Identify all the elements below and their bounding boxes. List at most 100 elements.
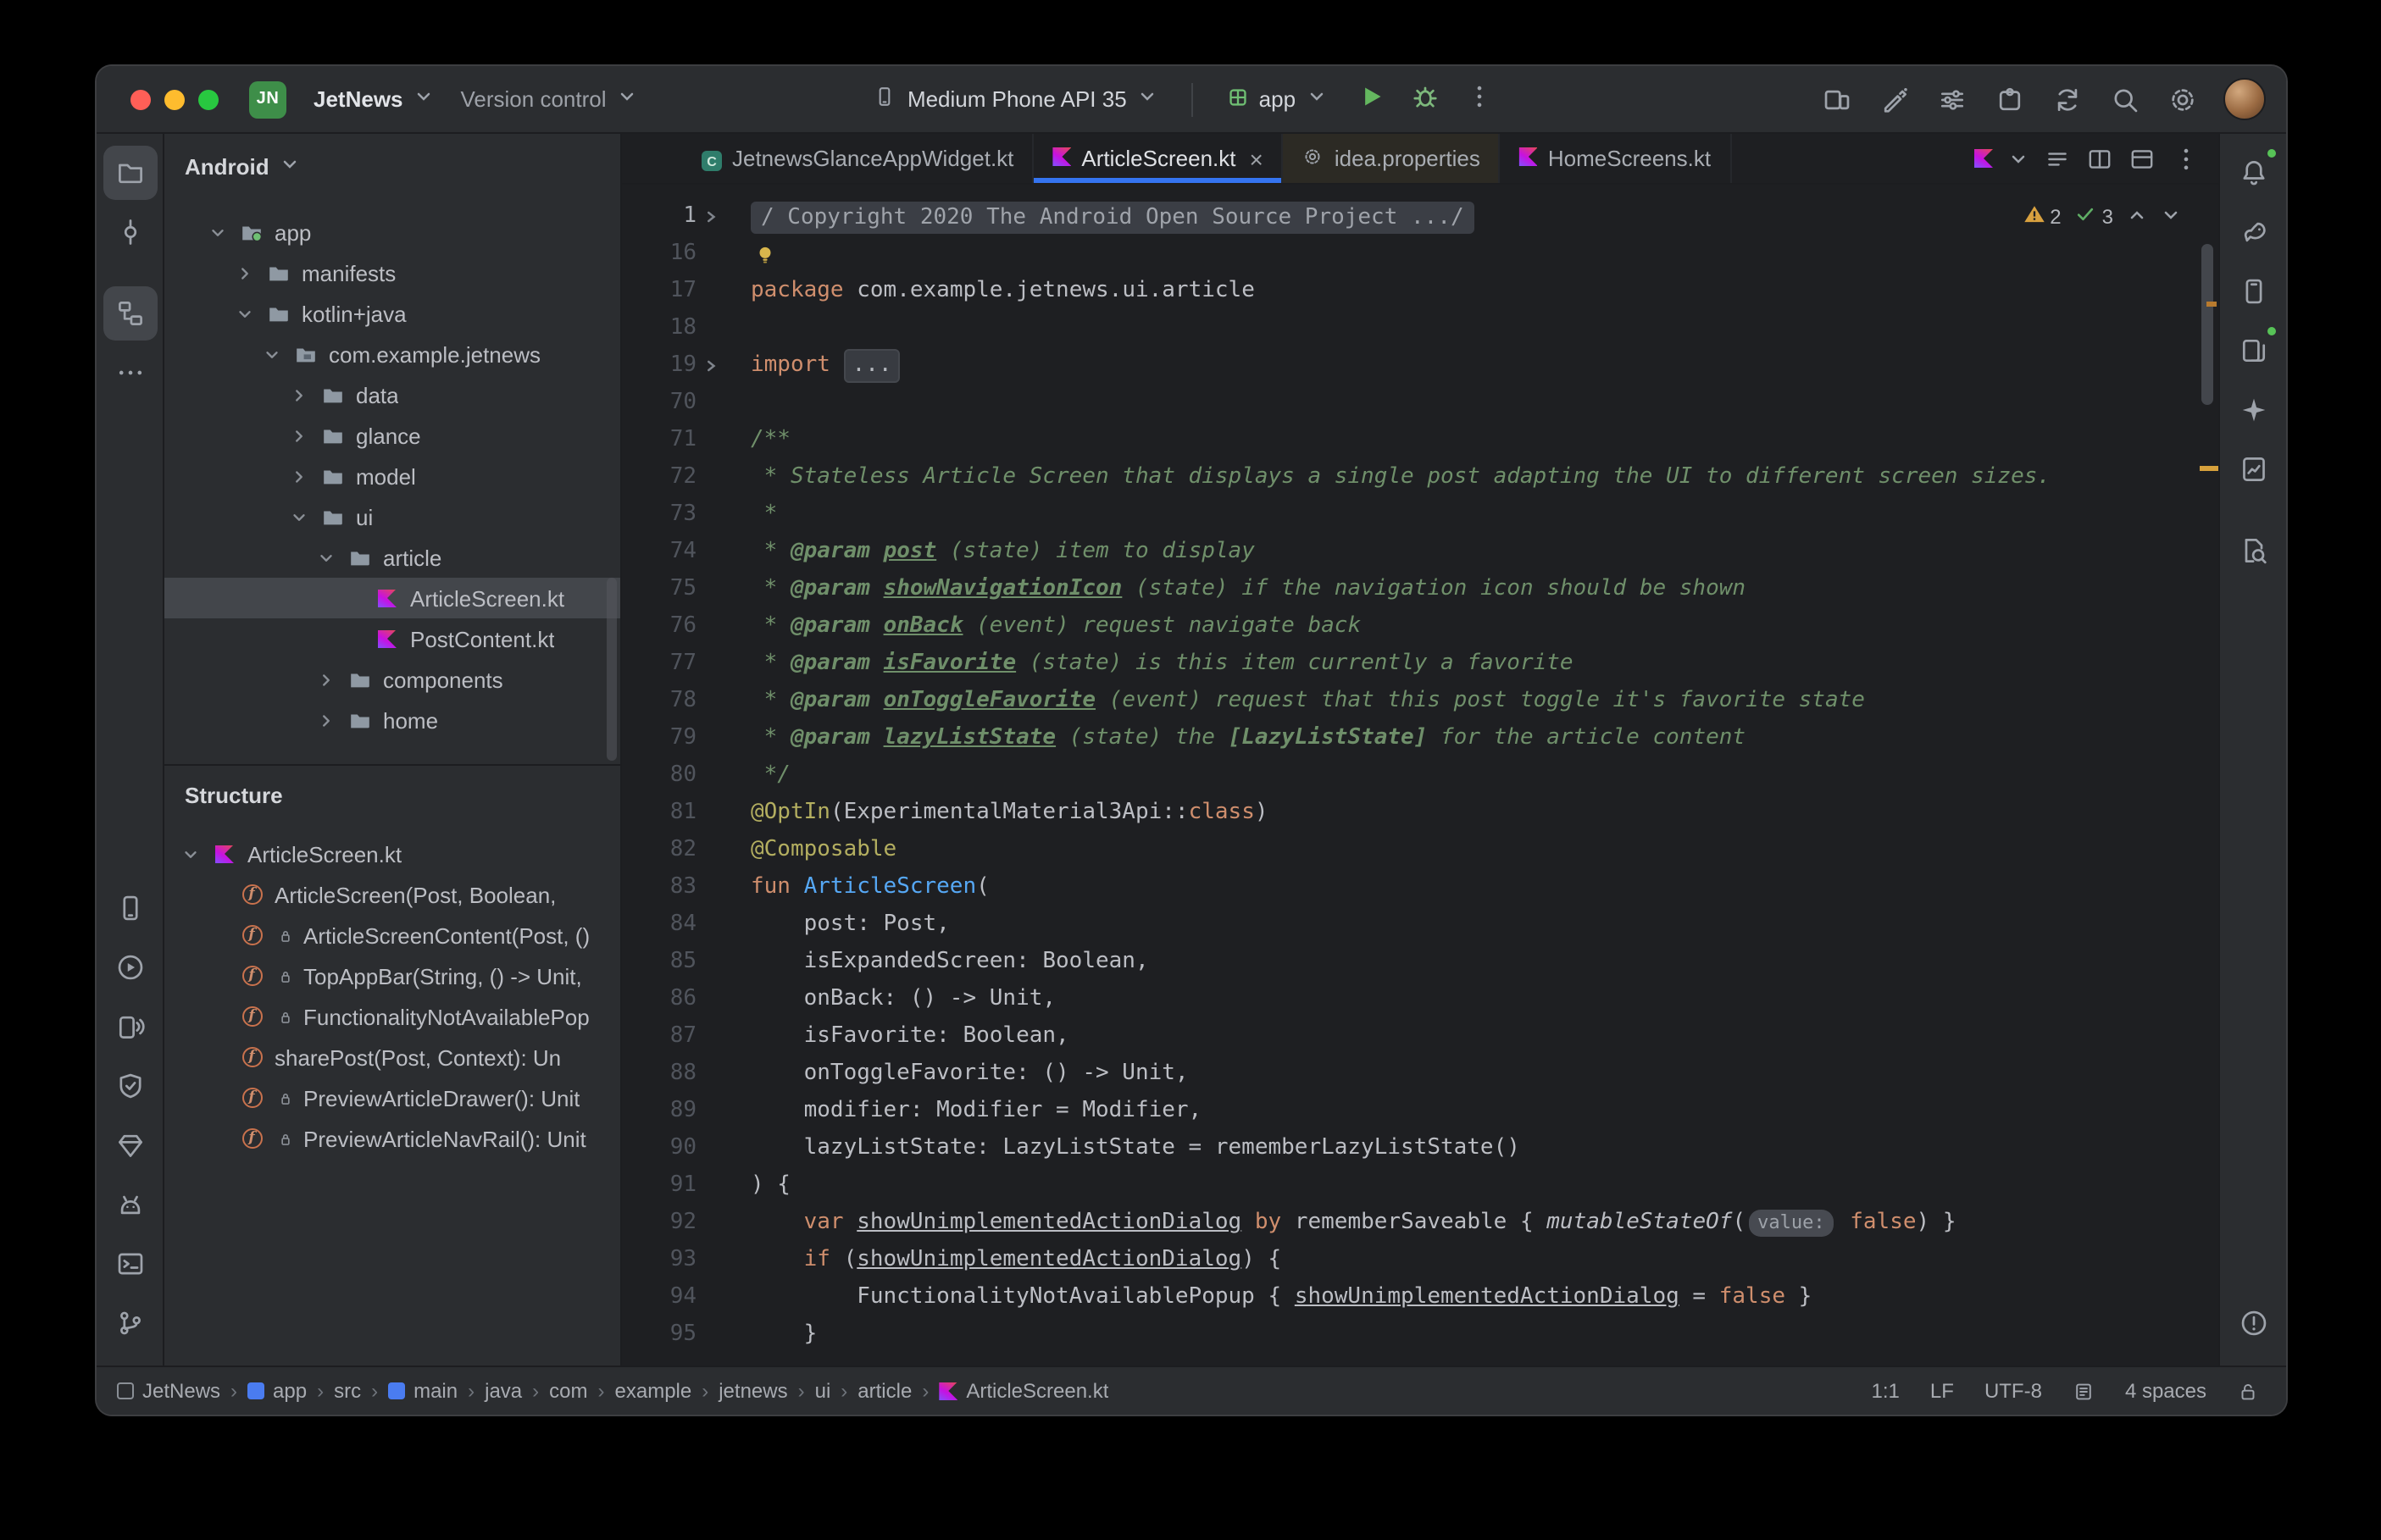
fold-arrow-icon[interactable] [697,347,727,385]
code-line-95[interactable]: 95 } [622,1316,2218,1354]
code-line-72[interactable]: 72 * Stateless Article Screen that displ… [622,459,2218,496]
editor-gutter[interactable]: 84 [622,906,727,944]
tab-idea-properties[interactable]: idea.properties [1284,134,1501,183]
debug-button[interactable] [1401,75,1448,123]
editor-gutter[interactable]: 85 [622,944,727,981]
editor-gutter[interactable]: 77 [622,645,727,683]
structure-item-topappbar-string-unit[interactable]: fTopAppBar(String, () -> Unit, [164,956,620,996]
code-line-79[interactable]: 79 * @param lazyListState (state) the [L… [622,720,2218,757]
fold-arrow-icon[interactable] [697,198,727,235]
gradle-icon[interactable] [2226,205,2280,259]
project-tree-scrollbar[interactable] [607,578,617,761]
editor-gutter[interactable]: 1 [622,198,727,235]
editor-gutter[interactable]: 91 [622,1167,727,1205]
structure-item-previewarticledrawer-unit[interactable]: fPreviewArticleDrawer(): Unit [164,1077,620,1118]
version-control-tool-icon[interactable] [103,1296,157,1350]
project-view-selector[interactable]: Android [164,141,620,191]
analysis-marker[interactable] [2200,466,2218,471]
structure-item-previewarticlenavrail-unit[interactable]: fPreviewArticleNavRail(): Unit [164,1118,620,1159]
reader-mode-icon[interactable] [2073,1380,2095,1402]
tab-homescreens-kt[interactable]: HomeScreens.kt [1501,134,1731,183]
breadcrumb-com[interactable]: com [549,1379,587,1403]
tab-jetnewsglanceappwidget-kt[interactable]: CJetnewsGlanceAppWidget.kt [683,134,1034,183]
breadcrumb-articlescreen-kt[interactable]: ArticleScreen.kt [939,1379,1108,1403]
run-button[interactable] [1346,75,1394,123]
editor-gutter[interactable]: 75 [622,571,727,608]
project-tree-item-postcontent-kt[interactable]: PostContent.kt [164,618,620,659]
structure-tool-icon[interactable] [103,286,157,341]
code-line-88[interactable]: 88 onToggleFavorite: () -> Unit, [622,1055,2218,1093]
tab-articlescreen-kt[interactable]: ArticleScreen.kt× [1034,134,1283,183]
project-tree-item-kotlin-java[interactable]: kotlin+java [164,293,620,334]
close-window-button[interactable] [130,89,151,109]
editor-gutter[interactable]: 76 [622,608,727,645]
code-line-1[interactable]: 1/ Copyright 2020 The Android Open Sourc… [622,198,2218,235]
structure-item-functionalitynotavailablepop[interactable]: fFunctionalityNotAvailablePop [164,996,620,1037]
breadcrumb-example[interactable]: example [615,1379,692,1403]
sync-project-icon[interactable] [2044,75,2091,123]
editor-gutter[interactable]: 87 [622,1018,727,1055]
kotlin-mode-icon[interactable] [1974,149,1993,168]
file-encoding[interactable]: UTF-8 [1984,1379,2042,1403]
editor-gutter[interactable]: 81 [622,795,727,832]
passed-indicator[interactable]: 3 [2075,203,2113,230]
editor-more-icon[interactable] [2171,143,2201,174]
chevron-expanded-icon[interactable] [205,223,229,241]
code-line-86[interactable]: 86 onBack: () -> Unit, [622,981,2218,1018]
commit-tool-icon[interactable] [103,205,157,259]
breadcrumb-article[interactable]: article [857,1379,912,1403]
project-tree-item-articlescreen-kt[interactable]: ArticleScreen.kt [164,578,620,618]
chevron-expanded-icon[interactable] [286,507,310,526]
editor-gutter[interactable]: 88 [622,1055,727,1093]
ai-assistant-icon[interactable] [1871,75,1918,123]
code-line-77[interactable]: 77 * @param isFavorite (state) is this i… [622,645,2218,683]
code-line-82[interactable]: 82@Composable [622,832,2218,869]
toolbar-filters-icon[interactable] [1929,75,1976,123]
running-devices-icon[interactable] [2226,324,2280,378]
editor-gutter[interactable]: 17 [622,273,727,310]
code-line-93[interactable]: 93 if (showUnimplementedActionDialog) { [622,1242,2218,1279]
project-tree-item-model[interactable]: model [164,456,620,496]
chevron-expanded-icon[interactable] [232,304,256,323]
gemini-star-icon[interactable] [2226,383,2280,437]
code-editor[interactable]: 1/ Copyright 2020 The Android Open Sourc… [622,185,2218,1366]
search-everywhere-icon[interactable] [2101,75,2149,123]
breadcrumb-jetnews[interactable]: jetnews [719,1379,787,1403]
editor-gutter[interactable]: 19 [622,347,727,385]
run-config-selector[interactable]: app [1213,79,1340,119]
editor-gutter[interactable]: 95 [622,1316,727,1354]
next-problem-icon[interactable] [2161,204,2181,230]
editor-gutter[interactable]: 73 [622,496,727,534]
device-selector[interactable]: Medium Phone API 35 [860,78,1171,120]
editor-gutter[interactable]: 82 [622,832,727,869]
project-tree-item-article[interactable]: article [164,537,620,578]
profiler-icon[interactable] [103,1118,157,1172]
code-line-94[interactable]: 94 FunctionalityNotAvailablePopup { show… [622,1279,2218,1316]
device-mirror-icon[interactable] [1813,75,1861,123]
chevron-collapsed-icon[interactable] [314,711,337,729]
editor-scrollbar[interactable] [2201,244,2213,405]
breadcrumb-src[interactable]: src [334,1379,361,1403]
device-manager-icon[interactable] [2226,264,2280,319]
split-editor-icon[interactable] [2086,145,2113,172]
editor-gutter[interactable]: 72 [622,459,727,496]
code-line-87[interactable]: 87 isFavorite: Boolean, [622,1018,2218,1055]
editor-gutter[interactable]: 86 [622,981,727,1018]
editor-gutter[interactable]: 90 [622,1130,727,1167]
editor-gutter[interactable]: 80 [622,757,727,795]
code-line-76[interactable]: 76 * @param onBack (event) request navig… [622,608,2218,645]
code-line-70[interactable]: 70 [622,385,2218,422]
breadcrumb-ui[interactable]: ui [815,1379,831,1403]
app-quality-insights-icon[interactable] [2226,442,2280,496]
zoom-window-button[interactable] [198,89,219,109]
editor-gutter[interactable]: 83 [622,869,727,906]
project-tree-item-glance[interactable]: glance [164,415,620,456]
editor-gutter[interactable]: 93 [622,1242,727,1279]
find-tool-icon[interactable] [2226,523,2280,578]
inspection-widget[interactable]: 2 3 [2016,198,2188,235]
structure-item-sharepost-post-context-un[interactable]: fsharePost(Post, Context): Un [164,1037,620,1077]
close-tab-icon[interactable]: × [1250,147,1263,170]
code-line-19[interactable]: 19import ... [622,347,2218,385]
structure-item-articlescreen-kt[interactable]: ArticleScreen.kt [164,834,620,874]
code-line-71[interactable]: 71/** [622,422,2218,459]
